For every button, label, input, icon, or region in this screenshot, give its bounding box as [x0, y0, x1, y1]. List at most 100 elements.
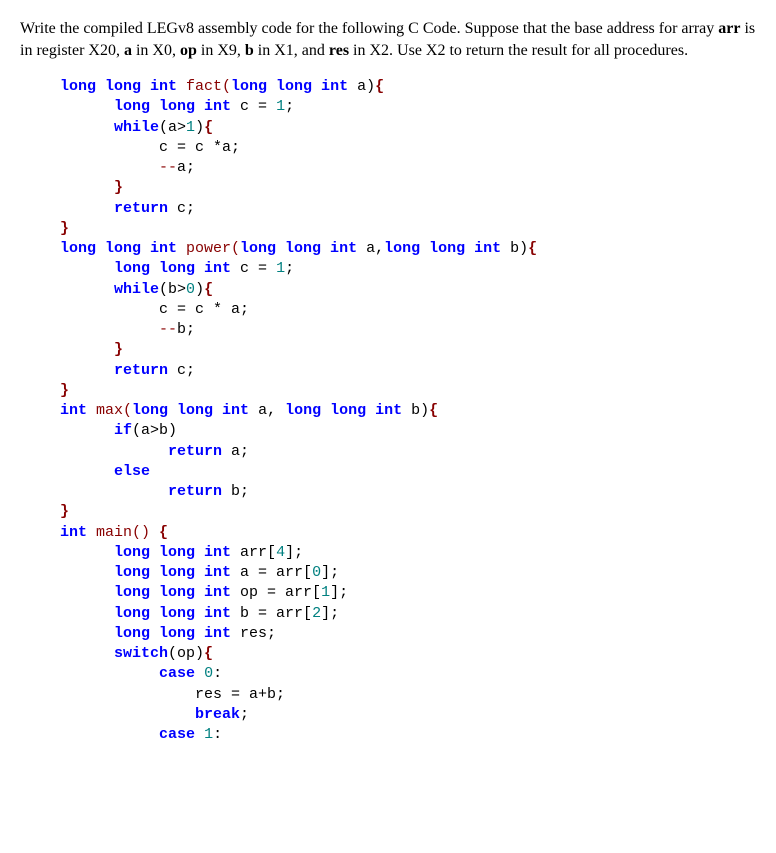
code-token: :: [213, 665, 222, 682]
code-token: ;: [285, 98, 294, 115]
code-block: long long int fact(long long int a){ lon…: [60, 77, 756, 745]
code-token: {: [204, 645, 213, 662]
code-token: --: [159, 159, 177, 176]
code-token: {: [528, 240, 537, 257]
code-token: return: [168, 443, 222, 460]
code-token: else: [114, 463, 150, 480]
problem-prompt: Write the compiled LEGv8 assembly code f…: [20, 18, 756, 61]
code-token: }: [114, 179, 123, 196]
code-token: a;: [177, 159, 195, 176]
code-token: ;: [285, 260, 294, 277]
code-token: c =: [231, 98, 276, 115]
code-token: (b>: [159, 281, 186, 298]
code-token: op = arr[: [231, 584, 321, 601]
code-token: ];: [321, 564, 339, 581]
code-token: c;: [168, 362, 195, 379]
code-token: res;: [231, 625, 276, 642]
code-token: ];: [321, 605, 339, 622]
code-token: long long int: [384, 240, 501, 257]
prompt-text: in X2. Use X2 to return the result for a…: [349, 42, 688, 59]
code-token: 1: [186, 119, 195, 136]
code-token: (a>: [159, 119, 186, 136]
code-token: {: [204, 119, 213, 136]
code-token: long long int: [285, 402, 402, 419]
code-token: while: [114, 281, 159, 298]
code-token: arr[: [231, 544, 276, 561]
code-token: 4: [276, 544, 285, 561]
code-token: ): [195, 281, 204, 298]
code-token: long long int: [60, 78, 177, 95]
code-token: b;: [222, 483, 249, 500]
code-token: 1: [204, 726, 213, 743]
prompt-b: b: [245, 42, 254, 59]
code-token: long long int: [231, 78, 348, 95]
code-token: long long int: [60, 240, 177, 257]
code-token: long long int: [114, 544, 231, 561]
code-token: switch: [114, 645, 168, 662]
code-token: long long int: [114, 625, 231, 642]
code-token: --: [159, 321, 177, 338]
prompt-res: res: [329, 42, 349, 59]
code-token: (a>b): [132, 422, 177, 439]
code-token: long long int: [114, 584, 231, 601]
code-token: a): [348, 78, 375, 95]
code-token: 1: [276, 98, 285, 115]
code-token: ];: [285, 544, 303, 561]
code-token: case: [159, 665, 195, 682]
code-token: {: [429, 402, 438, 419]
code-token: b;: [177, 321, 195, 338]
code-token: {: [204, 281, 213, 298]
code-token: fact(: [177, 78, 231, 95]
code-token: return: [114, 362, 168, 379]
code-token: long long int: [114, 564, 231, 581]
code-token: a = arr[: [231, 564, 312, 581]
prompt-a: a: [124, 42, 132, 59]
code-token: long long int: [114, 98, 231, 115]
code-token: main(): [87, 524, 159, 541]
code-token: long long int: [132, 402, 249, 419]
code-token: {: [159, 524, 168, 541]
code-token: int: [60, 524, 87, 541]
code-token: a,: [249, 402, 285, 419]
code-token: while: [114, 119, 159, 136]
code-token: long long int: [114, 605, 231, 622]
code-token: break: [195, 706, 240, 723]
code-token: [195, 665, 204, 682]
code-token: return: [114, 200, 168, 217]
code-token: power(: [177, 240, 240, 257]
code-token: c = c *a;: [159, 139, 240, 156]
code-token: long long int: [240, 240, 357, 257]
code-token: if: [114, 422, 132, 439]
code-token: 0: [312, 564, 321, 581]
code-token: [195, 726, 204, 743]
code-,від-token: 1: [321, 584, 330, 601]
code-token: 2: [312, 605, 321, 622]
code-token: b): [501, 240, 528, 257]
prompt-text: in X9,: [197, 42, 245, 59]
code-token: :: [213, 726, 222, 743]
code-token: a;: [222, 443, 249, 460]
code-token: }: [60, 503, 69, 520]
code-token: a,: [357, 240, 384, 257]
code-token: (op): [168, 645, 204, 662]
code-token: 0: [204, 665, 213, 682]
code-token: b = arr[: [231, 605, 312, 622]
code-token: }: [60, 382, 69, 399]
prompt-text: in X1, and: [254, 42, 329, 59]
prompt-text: in X0,: [132, 42, 180, 59]
prompt-text: Write the compiled LEGv8 assembly code f…: [20, 20, 718, 37]
code-token: ];: [330, 584, 348, 601]
code-token: long long int: [114, 260, 231, 277]
prompt-arr: arr: [718, 20, 740, 37]
code-token: }: [60, 220, 69, 237]
code-token: 1: [276, 260, 285, 277]
code-token: ;: [240, 706, 249, 723]
code-token: c;: [168, 200, 195, 217]
code-token: res = a+b;: [195, 686, 285, 703]
code-token: c =: [231, 260, 276, 277]
code-token: c = c * a;: [159, 301, 249, 318]
code-token: case: [159, 726, 195, 743]
code-token: b): [402, 402, 429, 419]
code-token: return: [168, 483, 222, 500]
code-token: ): [195, 119, 204, 136]
